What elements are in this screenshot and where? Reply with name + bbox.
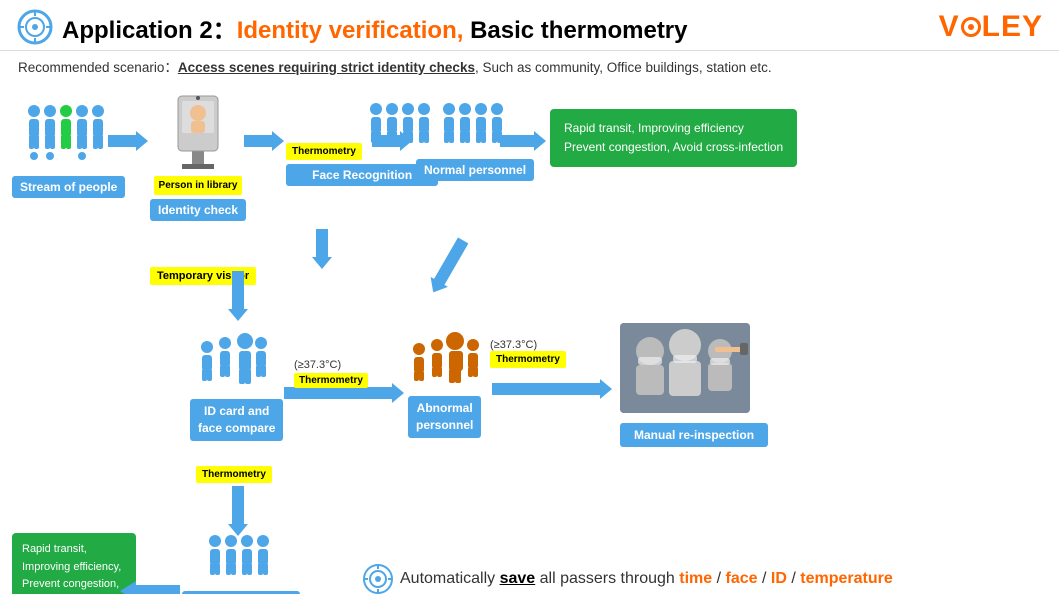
normal-personnel-label: Normal personnel bbox=[416, 159, 534, 181]
arrow-id-abnormal: (≥37.3°C) Thermometry bbox=[284, 381, 404, 410]
arrow-4 bbox=[500, 129, 546, 158]
app-number: Application 2： bbox=[62, 17, 237, 44]
stream-label: Stream of people bbox=[12, 176, 125, 198]
arrow-1 bbox=[108, 129, 148, 158]
identity-device-group: Person in library Identity check bbox=[150, 91, 246, 221]
rapid-transit-green-top: Rapid transit, Improving efficiency Prev… bbox=[550, 109, 797, 167]
app-icon bbox=[16, 8, 54, 46]
arrow-left-bottom bbox=[120, 579, 180, 594]
thermometry-tag-diag: Thermometry bbox=[490, 351, 566, 368]
manual-photo bbox=[620, 323, 750, 413]
auto-save-text: Automatically save all passers through t… bbox=[400, 570, 893, 588]
thermometry-tag-bottom: Thermometry bbox=[196, 466, 272, 483]
rest-title: Basic thermometry bbox=[463, 17, 687, 44]
manual-re-inspection-label: Manual re-inspection bbox=[620, 423, 768, 447]
arrow-abnormal-manual bbox=[492, 377, 612, 406]
identity-text: Identity verification, bbox=[237, 17, 464, 44]
threshold-diag: (≥37.3°C) bbox=[490, 339, 537, 351]
thermometry-tag-id: Thermometry bbox=[294, 373, 368, 388]
bottom-normal-personnel: Normal personnel bbox=[182, 531, 300, 594]
auto-save-section: Automatically save all passers through t… bbox=[360, 561, 893, 594]
identity-check-label: Identity check bbox=[150, 199, 246, 221]
id-card-group: ID card and face compare bbox=[190, 329, 283, 441]
arrow-2 bbox=[244, 129, 284, 158]
abnormal-label: Abnormal personnel bbox=[408, 396, 481, 438]
rapid-transit-green-bottom: Rapid transit, Improving efficiency, Pre… bbox=[12, 533, 136, 594]
down-arrow-id bbox=[226, 271, 250, 326]
abnormal-personnel-group: Abnormal personnel bbox=[408, 329, 481, 438]
person-in-library-tag: Person in library bbox=[154, 176, 243, 195]
id-card-label: ID card and face compare bbox=[190, 399, 283, 441]
header-title: Application 2：Identity verification, Bas… bbox=[62, 10, 688, 45]
scenario-text: Recommended scenario：Access scenes requi… bbox=[0, 51, 1059, 81]
thermometry-tag-1: Thermometry bbox=[286, 143, 362, 160]
arrow-3 bbox=[372, 129, 412, 158]
down-arrow-face bbox=[310, 229, 334, 274]
diagonal-arrow bbox=[420, 234, 473, 302]
logo: V LEY bbox=[939, 10, 1043, 44]
